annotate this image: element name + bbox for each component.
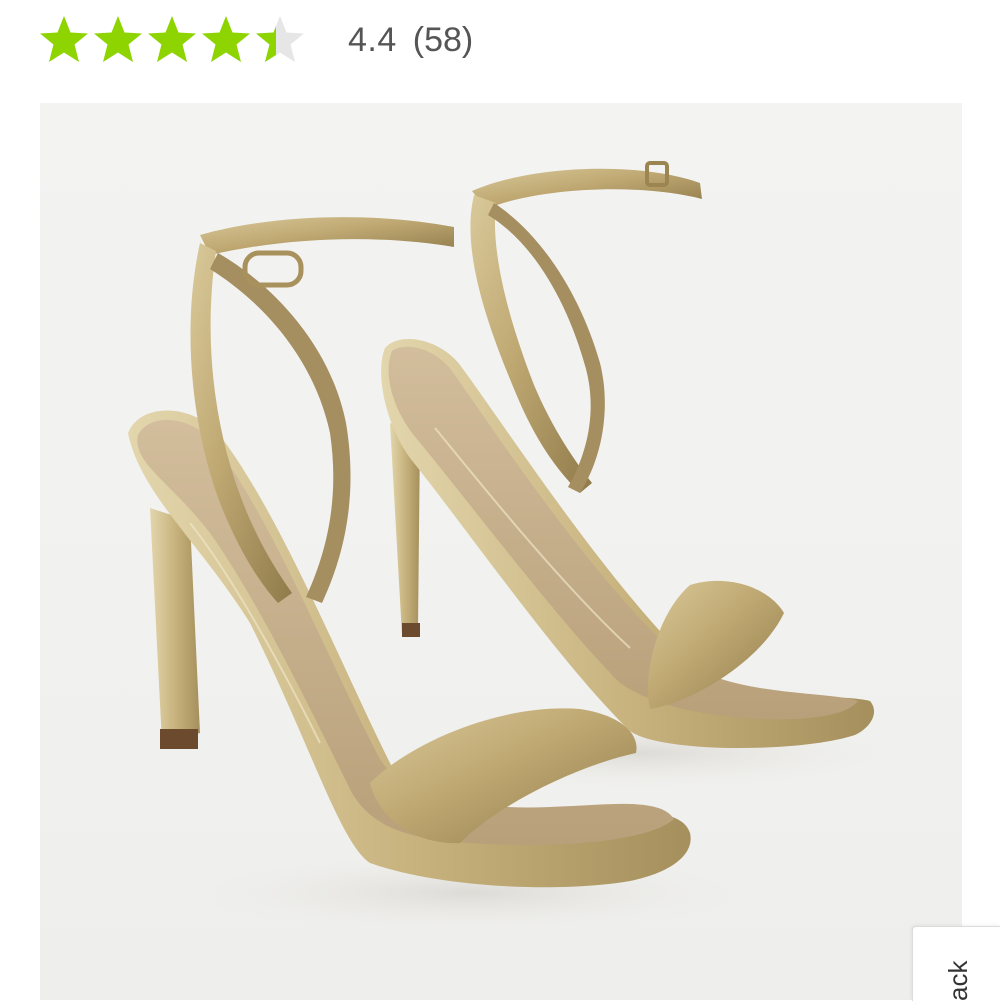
star-icon — [202, 16, 250, 62]
review-count-link[interactable]: (58) — [413, 21, 473, 60]
star-icon — [94, 16, 142, 62]
partial-star-icon — [256, 16, 304, 62]
product-image[interactable] — [40, 103, 962, 1000]
rating-value: 4.4 — [348, 20, 397, 59]
sandals-illustration — [128, 161, 900, 933]
feedback-tab[interactable]: ack — [912, 926, 1000, 1001]
star-icon — [40, 16, 88, 62]
star-icon — [148, 16, 196, 62]
star-rating[interactable] — [38, 14, 306, 66]
feedback-tab-label[interactable]: ack — [943, 961, 974, 1001]
product-rating[interactable]: 4.4 (58) — [38, 12, 473, 68]
